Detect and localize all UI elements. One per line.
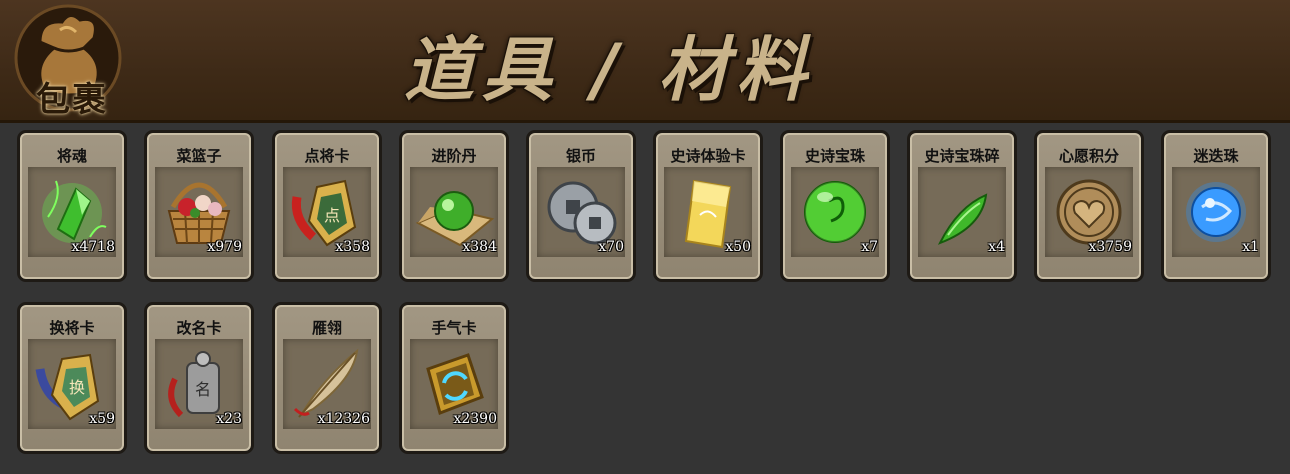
item-quantity: x1 [1242,239,1259,255]
item-slot[interactable]: 史诗宝珠 x7 [780,130,890,282]
item-quantity: x3759 [1088,239,1132,255]
bag-label: 包裹 [36,80,108,120]
item-quantity: x358 [335,239,370,255]
item-quantity: x384 [462,239,497,255]
item-name: 雁翎 [311,319,342,337]
item-name: 换将卡 [49,319,95,337]
item-name: 史诗宝珠 [804,147,865,165]
item-slot[interactable]: 史诗体验卡 x50 [653,130,763,282]
item-slot[interactable]: 进阶丹 x384 [399,130,509,282]
item-slot[interactable]: 改名卡 名 x23 [144,302,254,454]
item-name: 菜篮子 [176,147,222,165]
item-slot[interactable]: 心愿积分 x3759 [1034,130,1144,282]
item-quantity: x7 [861,239,878,255]
item-slot[interactable]: 银币 x70 [526,130,636,282]
item-slot[interactable]: 将魂 x4718 [17,130,127,282]
item-slot[interactable]: 史诗宝珠碎 x4 [907,130,1017,282]
item-quantity: x50 [725,239,751,255]
item-name: 进阶丹 [431,147,477,165]
item-slot[interactable]: 换将卡 换 x59 [17,302,127,454]
item-quantity: x70 [598,239,624,255]
item-name: 史诗体验卡 [670,147,746,165]
page-title: 道具 / 材料 [404,29,815,111]
item-quantity: x979 [207,239,242,255]
item-quantity: x2390 [453,411,497,427]
item-name: 手气卡 [431,319,477,337]
item-slot[interactable]: 手气卡 x2390 [399,302,509,454]
item-slot[interactable]: 迷迭珠 x1 [1161,130,1271,282]
item-quantity: x4 [988,239,1005,255]
item-slot[interactable]: 菜篮子 x979 [144,130,254,282]
header-bar: 包裹 道具 / 材料 [0,0,1290,123]
item-name: 将魂 [56,147,87,165]
item-quantity: x59 [89,411,115,427]
item-quantity: x23 [216,411,242,427]
item-quantity: x12326 [317,411,370,427]
item-name: 改名卡 [176,319,222,337]
item-name: 点将卡 [304,147,350,165]
svg-text:换: 换 [69,378,85,397]
item-slot[interactable]: 点将卡 点 x358 [272,130,382,282]
item-quantity: x4718 [71,239,115,255]
item-slot[interactable]: 雁翎 x12326 [272,302,382,454]
item-name: 心愿积分 [1058,147,1119,165]
svg-text:名: 名 [195,380,211,399]
item-name: 迷迭珠 [1193,147,1239,165]
item-name: 银币 [565,147,596,165]
item-name: 史诗宝珠碎 [924,147,1000,165]
svg-text:点: 点 [324,206,340,225]
